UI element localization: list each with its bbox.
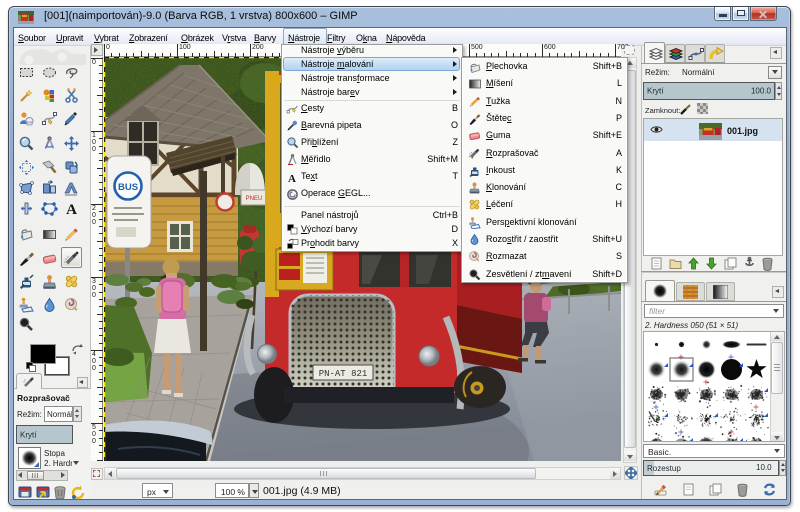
svg-text:BUS: BUS [118, 182, 138, 193]
svg-text:A: A [66, 202, 77, 217]
svg-text:PNEU: PNEU [246, 196, 263, 202]
svg-text:PN-AT 821: PN-AT 821 [319, 369, 368, 379]
svg-text:A: A [288, 173, 296, 184]
